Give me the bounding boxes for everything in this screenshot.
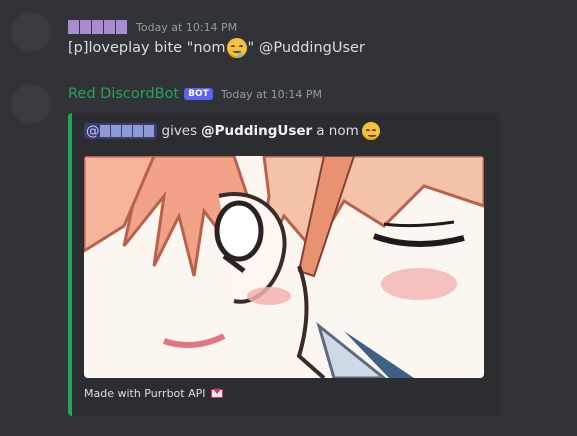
message-text-prefix: [p]loveplay bite "nom (68, 40, 226, 56)
embed-verb: gives (161, 123, 198, 139)
message-content: [p]loveplay bite "nom " @PuddingUser (68, 38, 365, 58)
bot-avatar[interactable] (11, 84, 51, 124)
drooling-face-icon[interactable] (226, 38, 247, 58)
embed-image[interactable] (84, 156, 484, 378)
message-header: Today at 10:14 PM (68, 19, 237, 35)
embed-description: @ gives @PuddingUser a nom (84, 122, 381, 140)
timestamp[interactable]: Today at 10:14 PM (136, 21, 237, 34)
embed-footer-text: Made with Purrbot API (84, 387, 206, 400)
chat-area: Today at 10:14 PM [p]loveplay bite "nom … (0, 0, 577, 436)
bot-username[interactable]: Red DiscordBot (68, 86, 179, 102)
anime-bite-image (84, 156, 484, 378)
message-header: Red DiscordBot BOT Today at 10:14 PM (68, 86, 322, 102)
embed-footer: Made with Purrbot API (84, 387, 223, 400)
avatar[interactable] (11, 12, 51, 52)
embed: @ gives @PuddingUser a nom Made with Pur… (68, 113, 500, 416)
love-letter-icon (210, 387, 223, 398)
embed-suffix: a nom (316, 123, 359, 139)
timestamp[interactable]: Today at 10:14 PM (221, 88, 322, 101)
message-text-suffix: " @PuddingUser (247, 40, 365, 56)
smiling-blushing-face-icon[interactable] (361, 122, 380, 140)
bot-badge: BOT (184, 88, 213, 100)
embed-target-mention: @PuddingUser (201, 123, 313, 139)
user-mention[interactable]: @ (84, 123, 157, 139)
username-censored[interactable] (68, 19, 128, 35)
